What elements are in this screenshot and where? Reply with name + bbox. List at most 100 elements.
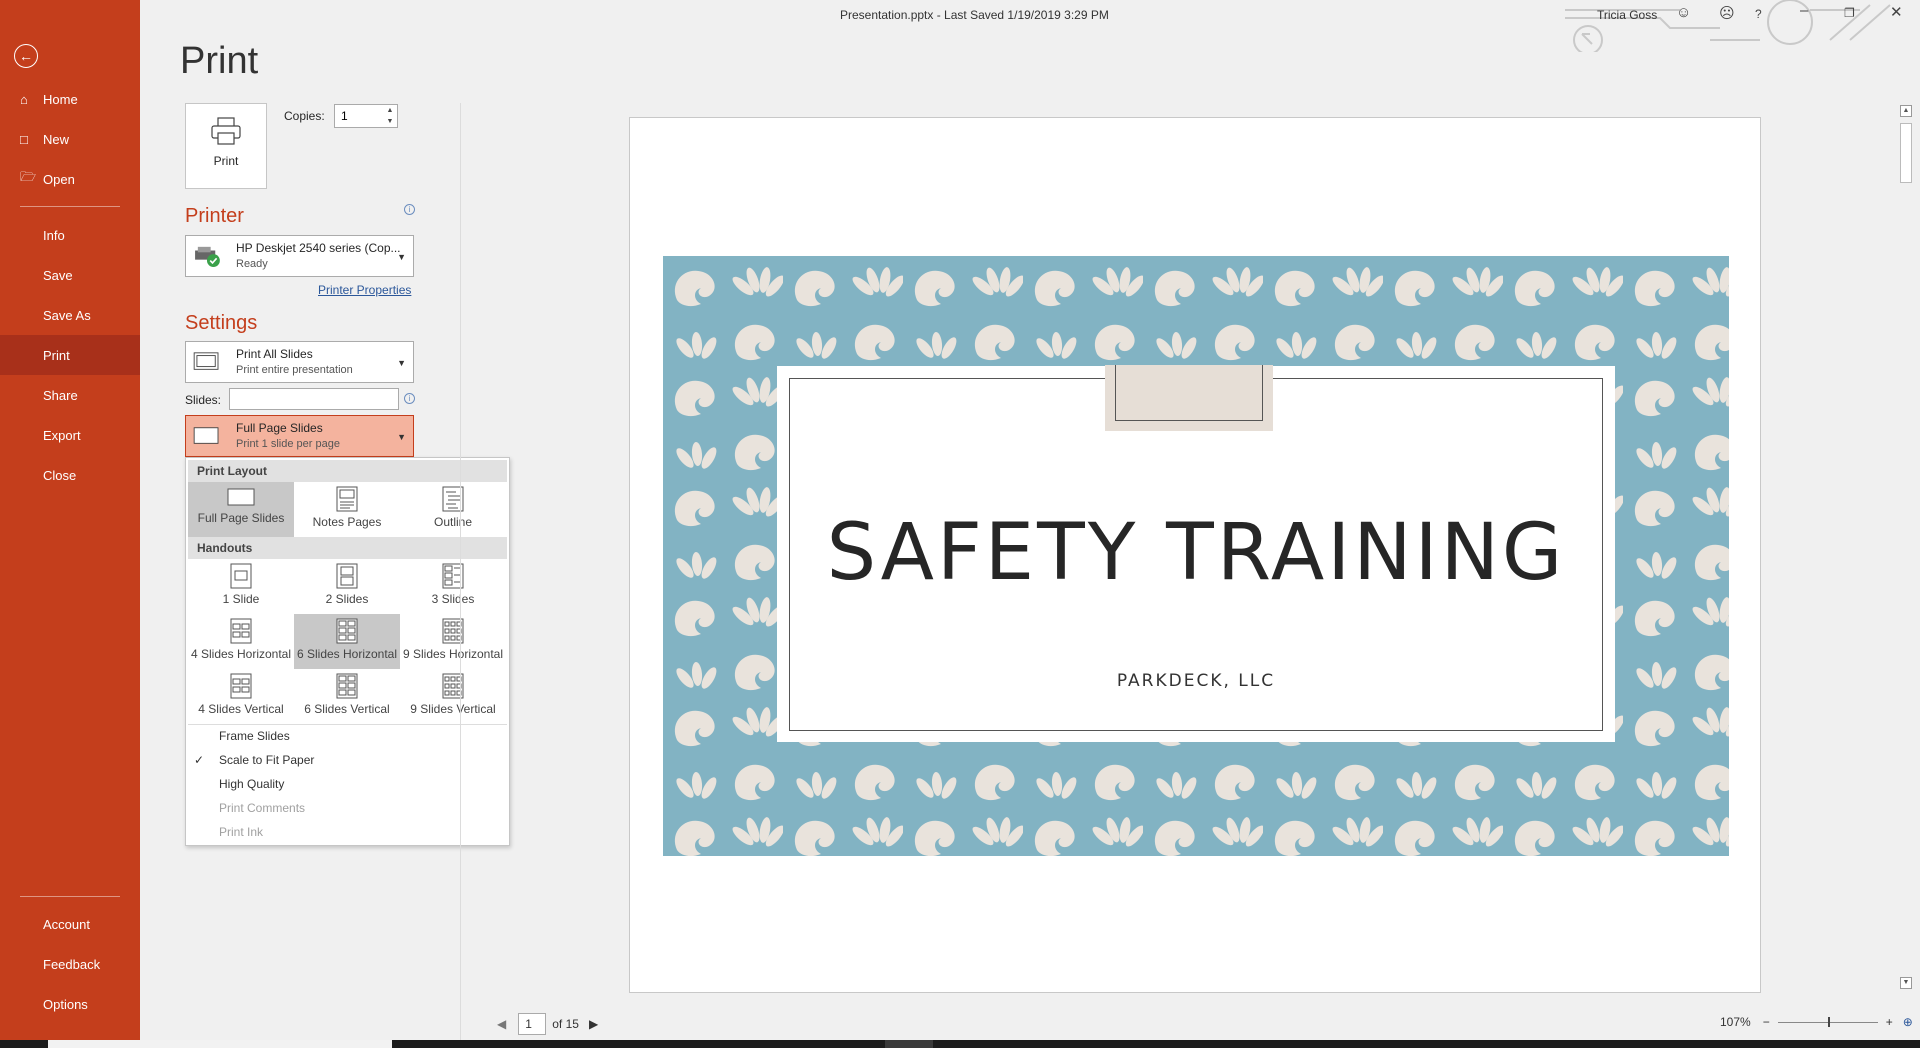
frown-feedback-icon[interactable]: ☹ — [1719, 4, 1735, 22]
nav-item-save[interactable]: Save — [0, 255, 140, 295]
nav-item-label: Share — [43, 387, 78, 403]
printer-properties-link[interactable]: Printer Properties — [318, 283, 411, 297]
option-print-comments: Print Comments — [219, 801, 306, 815]
all-slides-icon — [193, 352, 219, 370]
handout-6-slides-horizontal[interactable]: 6 Slides Horizontal — [294, 614, 400, 669]
printer-heading: Printer — [185, 205, 244, 227]
option-scale-to-fit-paper[interactable]: Scale to Fit Paper — [219, 753, 314, 767]
copies-spinner[interactable]: ▲ ▼ — [383, 105, 397, 127]
handout-4-slides-horizontal[interactable]: 4 Slides Horizontal — [188, 614, 294, 669]
tile-label: Notes Pages — [312, 515, 382, 529]
nav-item-label: Save — [43, 267, 73, 283]
printer-dropdown[interactable]: HP Deskjet 2540 series (Cop... Ready ▼ — [185, 235, 414, 277]
nav-item-label: Save As — [43, 307, 91, 323]
fit-to-window-icon[interactable]: ⊕ — [1903, 1015, 1913, 1029]
nav-item-label: Options — [43, 996, 88, 1012]
notes-page-icon — [336, 486, 358, 512]
zoom-control: 107% − + ⊕ — [1720, 1015, 1913, 1029]
zoom-in-icon[interactable]: + — [1886, 1015, 1893, 1029]
title-placeholder: SAFETY TRAINING PARKDECK, LLC — [777, 365, 1615, 742]
close-icon[interactable]: ✕ — [1890, 3, 1903, 21]
option-print-ink: Print Ink — [219, 825, 264, 839]
tile-label: 9 Slides Horizontal — [402, 647, 504, 661]
info-icon[interactable]: i — [404, 393, 415, 404]
handout-9-slides-horizontal[interactable]: 9 Slides Horizontal — [400, 614, 506, 669]
nav-item-options[interactable]: Options — [0, 984, 140, 1024]
checkmark-icon: ✓ — [194, 753, 205, 767]
full-page-slide-icon — [227, 488, 255, 506]
slide-title: SAFETY TRAINING — [826, 508, 1566, 598]
slides-input[interactable] — [229, 388, 399, 410]
print-range-subtitle: Print entire presentation — [236, 364, 353, 376]
help-icon[interactable]: ? — [1755, 7, 1762, 21]
tile-label: 3 Slides — [431, 592, 475, 606]
scroll-down-icon[interactable]: ▼ — [1900, 977, 1912, 989]
next-page-icon[interactable]: ▶ — [589, 1017, 598, 1031]
restore-icon[interactable]: ❐ — [1844, 6, 1855, 20]
previous-page-icon[interactable]: ◀ — [497, 1017, 506, 1031]
zoom-slider-knob[interactable] — [1827, 1016, 1830, 1027]
user-name[interactable]: Tricia Goss — [1597, 8, 1657, 22]
scroll-up-icon[interactable]: ▲ — [1900, 105, 1912, 117]
handout-4-slides-vertical[interactable]: 4 Slides Vertical — [188, 669, 294, 724]
nav-item-label: Info — [43, 227, 65, 243]
taskbar-app[interactable] — [885, 1040, 933, 1048]
nav-item-open[interactable]: 🗁 Open — [0, 159, 140, 199]
chevron-down-icon: ▼ — [397, 432, 406, 442]
clip-tab-decoration — [1105, 365, 1273, 431]
title-bar: Presentation.pptx - Last Saved 1/19/2019… — [140, 0, 1920, 52]
layout-menu: Print Layout Full Page Slides Notes Page… — [185, 457, 510, 846]
nav-item-print[interactable]: Print — [0, 335, 140, 375]
layout-outline[interactable]: Outline — [400, 482, 506, 537]
printer-status: Ready — [236, 258, 268, 270]
layout-full-page-slides[interactable]: Full Page Slides — [188, 482, 294, 537]
page-navigator: ◀ 1 of 15 ▶ — [497, 1013, 598, 1035]
taskbar-search[interactable] — [48, 1040, 392, 1048]
handout-1-slide[interactable]: 1 Slide — [188, 559, 294, 614]
slide-subtitle: PARKDECK, LLC — [1116, 671, 1276, 691]
handout-6-slides-vertical[interactable]: 6 Slides Vertical — [294, 669, 400, 724]
vertical-scrollbar[interactable]: ▲ ▼ — [1898, 105, 1914, 990]
nav-item-feedback[interactable]: Feedback — [0, 944, 140, 984]
printer-name: HP Deskjet 2540 series (Cop... — [236, 241, 401, 255]
settings-heading: Settings — [185, 312, 258, 334]
print-range-title: Print All Slides — [236, 347, 313, 361]
zoom-out-icon[interactable]: − — [1763, 1015, 1770, 1029]
nav-item-new[interactable]: □ New — [0, 119, 140, 159]
page-count: of 15 — [552, 1017, 579, 1031]
chevron-down-icon: ▼ — [397, 358, 406, 368]
print-range-dropdown[interactable]: Print All Slides Print entire presentati… — [185, 341, 414, 383]
handout-4h-icon — [230, 618, 252, 644]
nav-item-label: Feedback — [43, 956, 101, 972]
nav-item-home[interactable]: ⌂ Home — [0, 79, 140, 119]
zoom-slider[interactable] — [1777, 1016, 1878, 1027]
new-document-icon: □ — [20, 131, 28, 147]
nav-item-label: Account — [43, 916, 90, 932]
clip-tab-inner — [1115, 365, 1263, 421]
info-icon[interactable]: i — [404, 204, 415, 215]
nav-item-info[interactable]: Info — [0, 215, 140, 255]
minimize-icon[interactable]: – — [1800, 2, 1808, 19]
layout-title: Full Page Slides — [236, 421, 323, 435]
nav-item-label: Home — [43, 91, 78, 107]
nav-item-close[interactable]: Close — [0, 455, 140, 495]
option-frame-slides[interactable]: Frame Slides — [219, 729, 290, 743]
zoom-level[interactable]: 107% — [1720, 1015, 1751, 1029]
smile-feedback-icon[interactable]: ☺ — [1676, 4, 1691, 21]
nav-item-account[interactable]: Account — [0, 904, 140, 944]
printer-icon — [211, 117, 241, 145]
nav-item-save-as[interactable]: Save As — [0, 295, 140, 335]
option-high-quality[interactable]: High Quality — [219, 777, 284, 791]
handout-3-slides[interactable]: 3 Slides — [400, 559, 506, 614]
nav-item-share[interactable]: Share — [0, 375, 140, 415]
print-button[interactable]: Print — [185, 103, 267, 189]
scroll-thumb[interactable] — [1900, 123, 1912, 183]
layout-notes-pages[interactable]: Notes Pages — [294, 482, 400, 537]
handout-9-slides-vertical[interactable]: 9 Slides Vertical — [400, 669, 506, 724]
page-number-input[interactable]: 1 — [518, 1013, 547, 1035]
tile-label: 2 Slides — [325, 592, 369, 606]
back-arrow-icon[interactable]: ← — [14, 44, 38, 68]
handout-2-slides[interactable]: 2 Slides — [294, 559, 400, 614]
nav-item-export[interactable]: Export — [0, 415, 140, 455]
layout-dropdown[interactable]: Full Page Slides Print 1 slide per page … — [185, 415, 414, 457]
